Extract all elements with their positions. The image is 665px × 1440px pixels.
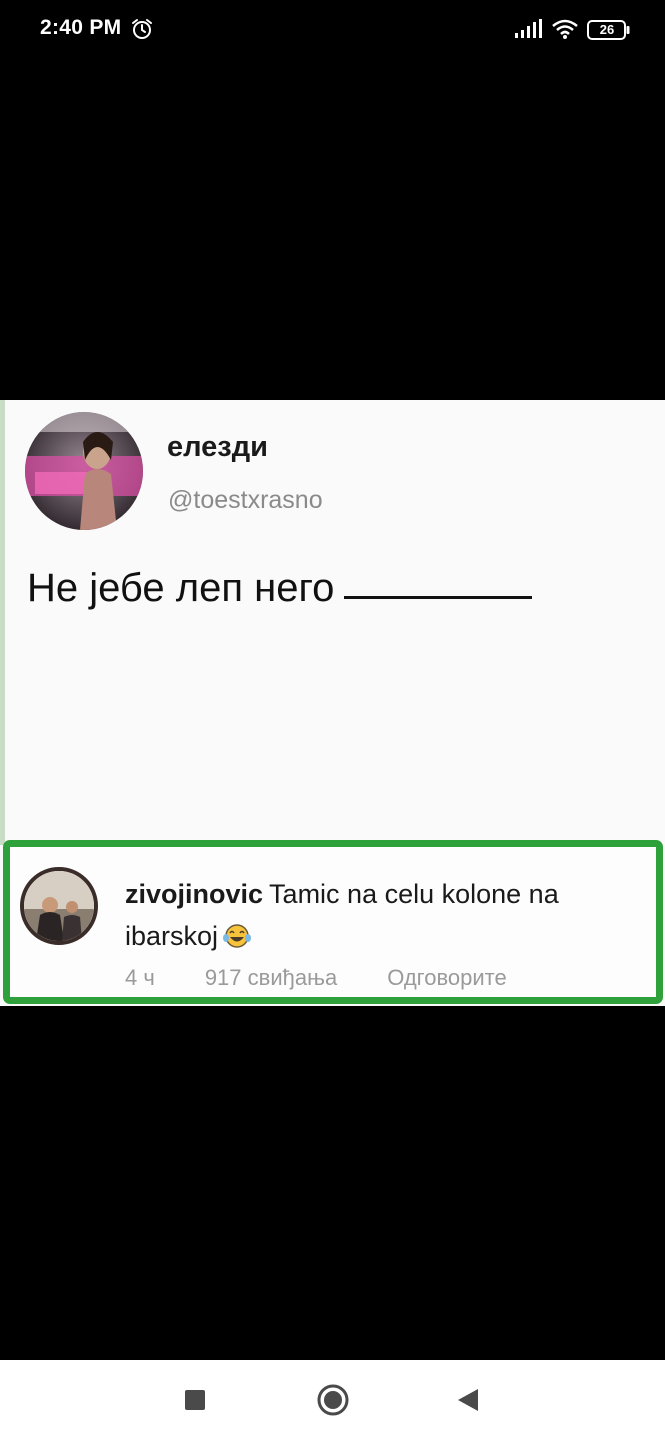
battery-level: 26 <box>599 22 615 37</box>
tweet-handle: @toestxrasno <box>168 486 323 514</box>
comment-time: 4 ч <box>125 965 155 990</box>
navigation-bar <box>0 1360 665 1440</box>
status-bar: 2:40 PM 26 <box>0 0 665 62</box>
comment-highlight-box: zivojinovic Tamic na celu kolone na ibars… <box>3 840 663 1004</box>
tweet-text-content: Не јебе леп него <box>27 566 335 610</box>
comment-meta: 4 ч 917 свиђања Одговорите <box>125 965 645 991</box>
recents-button[interactable] <box>185 1390 205 1410</box>
comment-username[interactable]: zivojinovic <box>125 879 263 909</box>
status-time: 2:40 PM <box>40 16 122 39</box>
home-button[interactable] <box>317 1384 349 1416</box>
wifi-icon <box>552 19 578 39</box>
tweet-avatar <box>25 412 143 530</box>
meme-image: елезди @toestxrasno Не јебе леп него ziv… <box>0 400 665 1006</box>
tweet-text: Не јебе леп него <box>27 566 533 611</box>
comment-likes[interactable]: 917 свиђања <box>205 965 337 990</box>
comment-reply-link[interactable]: Одговорите <box>387 965 507 990</box>
comment-avatar <box>20 867 98 945</box>
tweet-blank-line <box>344 596 533 599</box>
meme-border <box>0 400 5 845</box>
signal-icon <box>515 19 542 38</box>
comment-text: zivojinovic Tamic na celu kolone na ibars… <box>125 873 645 957</box>
laughing-tears-emoji <box>223 924 252 948</box>
alarm-icon <box>132 19 152 39</box>
tweet-display-name: елезди <box>167 431 268 463</box>
back-button[interactable] <box>456 1387 480 1413</box>
